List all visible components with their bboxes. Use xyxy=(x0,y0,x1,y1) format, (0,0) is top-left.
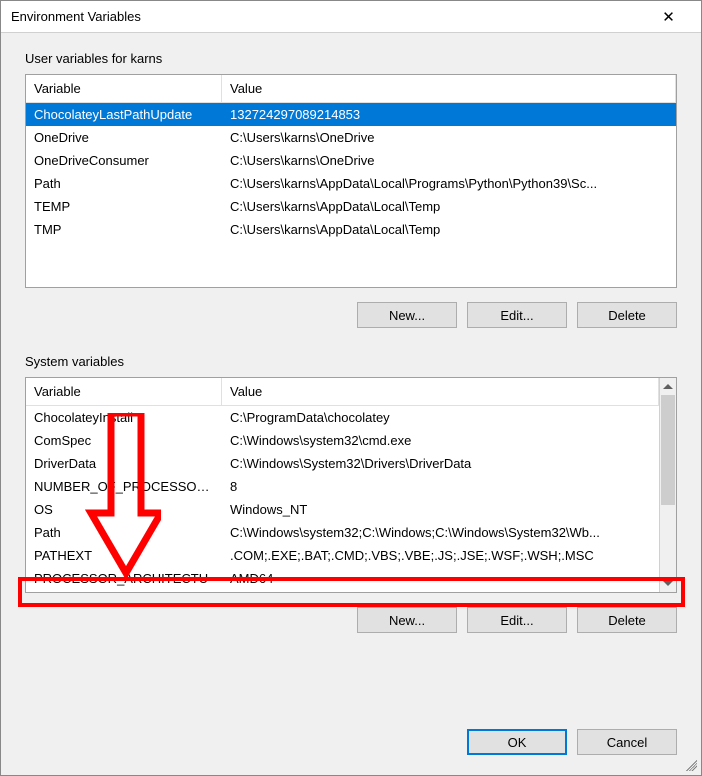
user-vars-rows: ChocolateyLastPathUpdate1327242970892148… xyxy=(26,103,676,241)
ok-button[interactable]: OK xyxy=(467,729,567,755)
dialog-content: User variables for karns Variable Value … xyxy=(1,33,701,709)
environment-variables-dialog: Environment Variables ✕ User variables f… xyxy=(0,0,702,776)
cell-variable: Path xyxy=(26,521,222,544)
user-edit-button[interactable]: Edit... xyxy=(467,302,567,328)
table-row[interactable]: TEMPC:\Users\karns\AppData\Local\Temp xyxy=(26,195,676,218)
table-row[interactable]: PROCESSOR_ARCHITECTUAMD64 xyxy=(26,567,659,590)
system-vars-rows: ChocolateyInstallC:\ProgramData\chocolat… xyxy=(26,406,659,592)
table-row[interactable]: TMPC:\Users\karns\AppData\Local\Temp xyxy=(26,218,676,241)
user-delete-button[interactable]: Delete xyxy=(577,302,677,328)
system-new-button[interactable]: New... xyxy=(357,607,457,633)
col-header-value[interactable]: Value xyxy=(222,378,659,405)
scrollbar[interactable] xyxy=(659,378,676,592)
user-new-button[interactable]: New... xyxy=(357,302,457,328)
table-row[interactable]: OneDriveC:\Users\karns\OneDrive xyxy=(26,126,676,149)
system-vars-buttons: New... Edit... Delete xyxy=(25,607,677,633)
user-vars-buttons: New... Edit... Delete xyxy=(25,302,677,328)
cell-value: C:\Users\karns\AppData\Local\Programs\Py… xyxy=(222,172,676,195)
dialog-buttons: OK Cancel xyxy=(1,709,701,775)
cell-value: C:\ProgramData\chocolatey xyxy=(222,406,659,429)
close-icon: ✕ xyxy=(662,8,675,26)
cell-value: 8 xyxy=(222,475,659,498)
cell-value: Windows_NT xyxy=(222,498,659,521)
cell-variable: ChocolateyInstall xyxy=(26,406,222,429)
system-delete-button[interactable]: Delete xyxy=(577,607,677,633)
user-vars-header: Variable Value xyxy=(26,75,676,103)
resize-grip[interactable] xyxy=(683,757,697,771)
table-row[interactable]: OneDriveConsumerC:\Users\karns\OneDrive xyxy=(26,149,676,172)
system-vars-label: System variables xyxy=(25,354,677,369)
scroll-thumb[interactable] xyxy=(661,395,675,505)
cell-variable: TEMP xyxy=(26,195,222,218)
cell-value: C:\Users\karns\AppData\Local\Temp xyxy=(222,218,676,241)
system-vars-header: Variable Value xyxy=(26,378,659,406)
cell-variable: OneDriveConsumer xyxy=(26,149,222,172)
cell-variable: ChocolateyLastPathUpdate xyxy=(26,103,222,126)
col-header-variable[interactable]: Variable xyxy=(26,75,222,102)
cell-value: C:\Windows\system32;C:\Windows;C:\Window… xyxy=(222,521,659,544)
cell-variable: PROCESSOR_ARCHITECTU xyxy=(26,567,222,590)
cell-value: C:\Users\karns\AppData\Local\Temp xyxy=(222,195,676,218)
cell-variable: TMP xyxy=(26,218,222,241)
close-button[interactable]: ✕ xyxy=(646,1,691,33)
cell-value: 132724297089214853 xyxy=(222,103,676,126)
system-vars-list[interactable]: Variable Value ChocolateyInstallC:\Progr… xyxy=(25,377,677,593)
cell-variable: NUMBER_OF_PROCESSORS xyxy=(26,475,222,498)
table-row[interactable]: ComSpecC:\Windows\system32\cmd.exe xyxy=(26,429,659,452)
table-row[interactable]: DriverDataC:\Windows\System32\Drivers\Dr… xyxy=(26,452,659,475)
cell-value: AMD64 xyxy=(222,567,659,590)
cell-variable: OS xyxy=(26,498,222,521)
table-row[interactable]: ChocolateyInstallC:\ProgramData\chocolat… xyxy=(26,406,659,429)
col-header-variable[interactable]: Variable xyxy=(26,378,222,405)
col-header-value[interactable]: Value xyxy=(222,75,676,102)
cell-value: C:\Users\karns\OneDrive xyxy=(222,126,676,149)
cell-value: C:\Windows\system32\cmd.exe xyxy=(222,429,659,452)
system-edit-button[interactable]: Edit... xyxy=(467,607,567,633)
table-row[interactable]: PATHEXT.COM;.EXE;.BAT;.CMD;.VBS;.VBE;.JS… xyxy=(26,544,659,567)
cell-variable: Path xyxy=(26,172,222,195)
cell-variable: DriverData xyxy=(26,452,222,475)
table-row[interactable]: PathC:\Windows\system32;C:\Windows;C:\Wi… xyxy=(26,521,659,544)
cell-value: .COM;.EXE;.BAT;.CMD;.VBS;.VBE;.JS;.JSE;.… xyxy=(222,544,659,567)
table-row[interactable]: PathC:\Users\karns\AppData\Local\Program… xyxy=(26,172,676,195)
table-row[interactable]: OSWindows_NT xyxy=(26,498,659,521)
user-vars-list[interactable]: Variable Value ChocolateyLastPathUpdate1… xyxy=(25,74,677,288)
cell-variable: OneDrive xyxy=(26,126,222,149)
table-row[interactable]: ChocolateyLastPathUpdate1327242970892148… xyxy=(26,103,676,126)
user-vars-label: User variables for karns xyxy=(25,51,677,66)
cell-variable: PATHEXT xyxy=(26,544,222,567)
cancel-button[interactable]: Cancel xyxy=(577,729,677,755)
cell-value: C:\Users\karns\OneDrive xyxy=(222,149,676,172)
title-bar: Environment Variables ✕ xyxy=(1,1,701,33)
table-row[interactable]: NUMBER_OF_PROCESSORS8 xyxy=(26,475,659,498)
cell-value: C:\Windows\System32\Drivers\DriverData xyxy=(222,452,659,475)
cell-variable: ComSpec xyxy=(26,429,222,452)
window-title: Environment Variables xyxy=(11,9,646,24)
